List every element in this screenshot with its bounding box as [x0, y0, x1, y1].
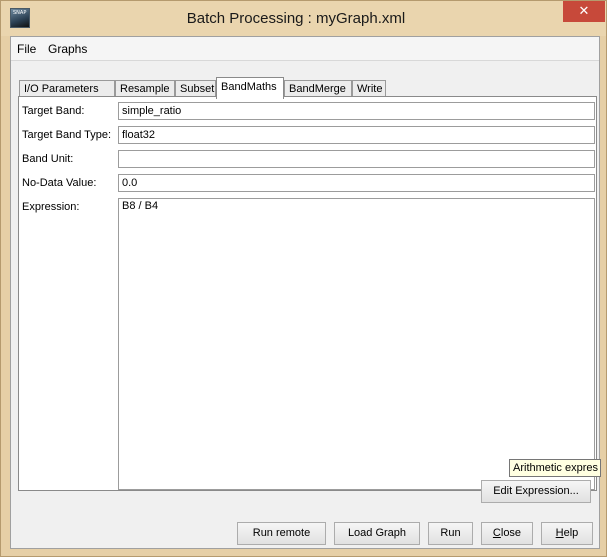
load-graph-button[interactable]: Load Graph	[334, 522, 420, 545]
tab-bandmaths[interactable]: BandMaths	[216, 77, 284, 99]
expression-textarea[interactable]: B8 / B4	[118, 198, 595, 490]
run-button[interactable]: Run	[428, 522, 473, 545]
close-button[interactable]: Close	[481, 522, 533, 545]
run-remote-button[interactable]: Run remote	[237, 522, 326, 545]
title-bar[interactable]: SNAP Batch Processing : myGraph.xml ✕	[1, 1, 606, 36]
menu-bar: File Graphs	[11, 37, 599, 61]
target-band-label: Target Band:	[22, 105, 85, 117]
help-mnemonic: H	[555, 527, 564, 539]
close-window-button[interactable]: ✕	[563, 1, 605, 22]
window-client-area: File Graphs I/O Parameters Resample Subs…	[10, 36, 601, 549]
close-mnemonic: C	[492, 527, 501, 539]
band-unit-label: Band Unit:	[22, 153, 74, 165]
target-band-type-label: Target Band Type:	[22, 129, 112, 141]
target-band-field[interactable]	[118, 102, 595, 120]
help-button[interactable]: Help	[541, 522, 593, 545]
help-label-rest: elp	[563, 527, 579, 539]
menu-graphs[interactable]: Graphs	[48, 42, 87, 56]
window-title: Batch Processing : myGraph.xml	[186, 10, 406, 27]
edit-expression-button[interactable]: Edit Expression...	[481, 480, 591, 503]
expression-label: Expression:	[22, 201, 80, 213]
target-band-type-field[interactable]	[118, 126, 595, 144]
nodata-value-label: No-Data Value:	[22, 177, 97, 189]
menu-file[interactable]: File	[17, 42, 36, 56]
bandmaths-panel: Target Band: Target Band Type: Band Unit…	[18, 96, 597, 491]
close-label-rest: lose	[500, 527, 522, 539]
nodata-value-field[interactable]	[118, 174, 595, 192]
close-icon: ✕	[578, 4, 590, 19]
expression-tooltip: Arithmetic expres	[509, 459, 601, 477]
band-unit-field[interactable]	[118, 150, 595, 168]
batch-processing-window: SNAP Batch Processing : myGraph.xml ✕ Fi…	[0, 0, 607, 557]
